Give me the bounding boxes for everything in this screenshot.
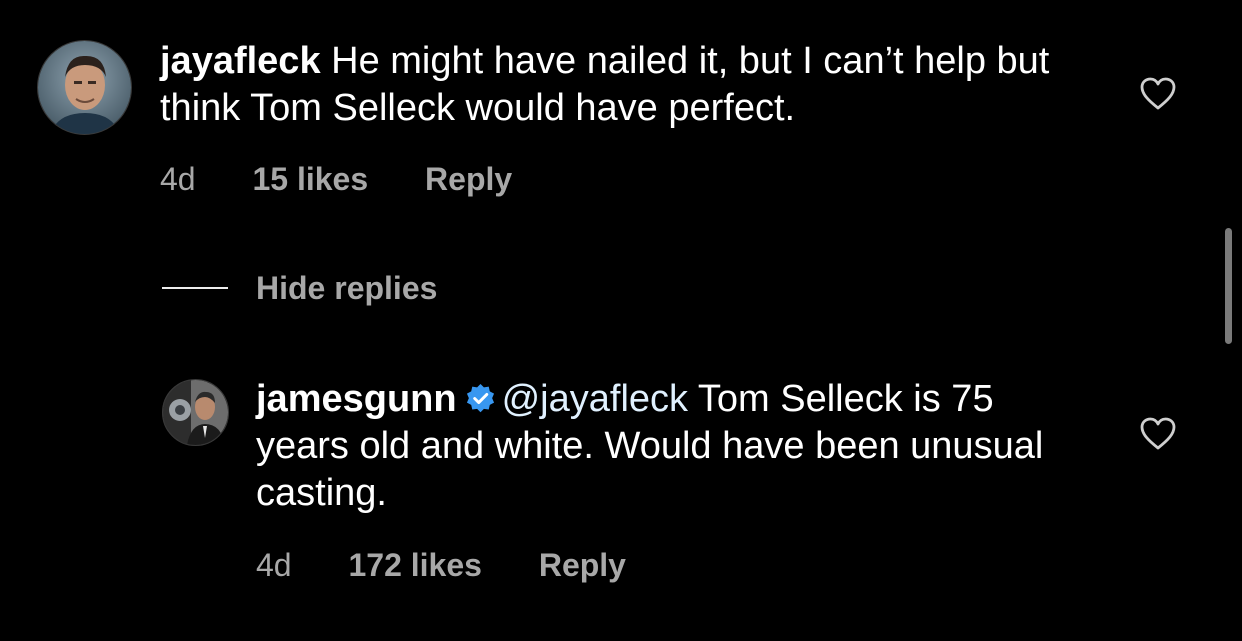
hide-replies-button[interactable]: Hide replies — [256, 270, 437, 307]
reply-meta: 4d 172 likes Reply — [256, 547, 626, 584]
replies-divider — [162, 287, 228, 289]
avatar[interactable] — [37, 40, 132, 135]
reply-body: jamesgunn @jayafleck Tom Selleck is 75 y… — [256, 376, 1076, 517]
scrollbar[interactable] — [1225, 228, 1232, 344]
avatar-photo-icon — [163, 380, 228, 445]
reply-likes[interactable]: 172 likes — [348, 547, 481, 583]
mention-link[interactable]: @jayafleck — [502, 378, 688, 420]
comment-meta: 4d 15 likes Reply — [160, 161, 512, 198]
reply-button[interactable]: Reply — [425, 161, 512, 197]
reply-avatar[interactable] — [162, 379, 229, 446]
comment-likes[interactable]: 15 likes — [252, 161, 368, 197]
avatar-photo-icon — [38, 41, 131, 134]
comment-username[interactable]: jayafleck — [160, 40, 321, 82]
heart-outline-icon[interactable] — [1140, 77, 1176, 111]
verified-badge-icon — [466, 383, 494, 413]
comment-body: jayafleck He might have nailed it, but I… — [160, 38, 1110, 132]
reply-timestamp: 4d — [256, 547, 292, 583]
reply-username[interactable]: jamesgunn — [256, 378, 457, 420]
comment-timestamp: 4d — [160, 161, 196, 197]
reply-button[interactable]: Reply — [539, 547, 626, 583]
heart-outline-icon[interactable] — [1140, 417, 1176, 451]
